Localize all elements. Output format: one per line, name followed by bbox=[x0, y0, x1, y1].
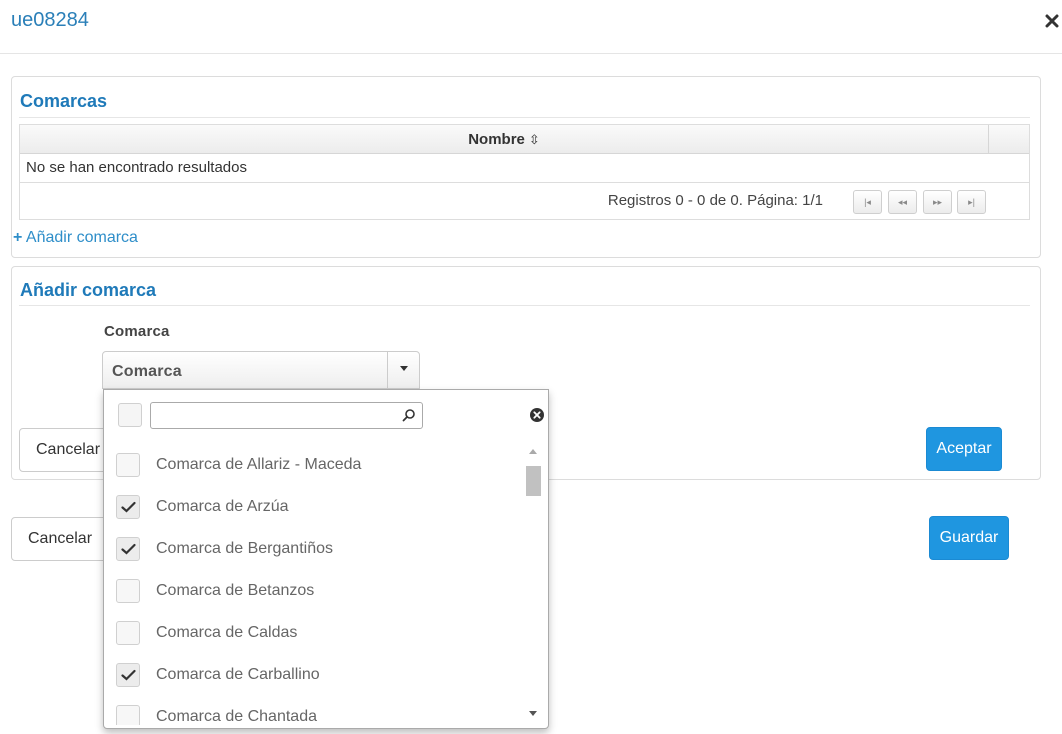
option-checkbox[interactable] bbox=[116, 579, 140, 603]
check-icon bbox=[121, 501, 136, 513]
comarca-field-label: Comarca bbox=[104, 323, 170, 340]
option-label: Comarca de Arzúa bbox=[156, 498, 289, 515]
table-header: Nombre ⇳ bbox=[20, 125, 1029, 154]
pager-prev-button[interactable]: ◂◂ bbox=[888, 190, 917, 214]
dropdown-options-list: Comarca de Allariz - Maceda Comarca de Ar… bbox=[104, 445, 548, 725]
pager-last-button[interactable]: ▸| bbox=[957, 190, 986, 214]
pager-first-button[interactable]: |◂ bbox=[853, 190, 882, 214]
divider bbox=[19, 305, 1030, 306]
plus-icon: + bbox=[13, 229, 23, 246]
pager-next-button[interactable]: ▸▸ bbox=[923, 190, 952, 214]
add-comarca-link-label: Añadir comarca bbox=[25, 229, 138, 246]
option-label: Comarca de Betanzos bbox=[156, 582, 315, 599]
dropdown-option[interactable]: Comarca de Betanzos bbox=[104, 571, 524, 613]
option-checkbox[interactable] bbox=[116, 495, 140, 519]
table-footer: Registros 0 - 0 de 0. Página: 1/1 |◂ ◂◂ … bbox=[20, 183, 1029, 219]
option-label: Comarca de Allariz - Maceda bbox=[156, 456, 362, 473]
option-checkbox[interactable] bbox=[116, 537, 140, 561]
option-label: Comarca de Caldas bbox=[156, 624, 298, 641]
search-icon bbox=[402, 409, 415, 422]
dropdown-option[interactable]: Comarca de Chantada bbox=[104, 697, 524, 725]
dropdown-option[interactable]: Comarca de Bergantiños bbox=[104, 529, 524, 571]
option-checkbox[interactable] bbox=[116, 621, 140, 645]
dropdown-option[interactable]: Comarca de Allariz - Maceda bbox=[104, 445, 524, 487]
comarcas-panel: Comarcas Nombre ⇳ No se han encontrado re… bbox=[11, 76, 1041, 258]
column-header-label: Nombre bbox=[468, 131, 525, 148]
scroll-down-icon[interactable] bbox=[529, 711, 537, 716]
scroll-up-icon[interactable] bbox=[529, 449, 537, 454]
empty-message: No se han encontrado resultados bbox=[26, 159, 247, 176]
comarca-dropdown: Comarca de Allariz - Maceda Comarca de Ar… bbox=[103, 389, 549, 729]
scrollbar-thumb[interactable] bbox=[526, 466, 541, 496]
sort-icon[interactable]: ⇳ bbox=[529, 132, 540, 147]
check-icon bbox=[121, 543, 136, 555]
dropdown-option[interactable]: Comarca de Carballino bbox=[104, 655, 524, 697]
dropdown-option[interactable]: Comarca de Caldas bbox=[104, 613, 524, 655]
option-checkbox[interactable] bbox=[116, 663, 140, 687]
add-comarca-panel-title: Añadir comarca bbox=[20, 280, 157, 300]
select-all-checkbox[interactable] bbox=[118, 403, 142, 427]
dropdown-option[interactable]: Comarca de Arzúa bbox=[104, 487, 524, 529]
chevron-down-icon bbox=[400, 366, 408, 371]
comarcas-table: Nombre ⇳ No se han encontrado resultados … bbox=[19, 124, 1030, 220]
check-icon bbox=[121, 669, 136, 681]
accept-button[interactable]: Aceptar bbox=[926, 427, 1002, 471]
option-checkbox[interactable] bbox=[116, 453, 140, 477]
modal-header: ue08284 bbox=[0, 0, 1062, 54]
option-checkbox[interactable] bbox=[116, 705, 140, 725]
divider bbox=[19, 117, 1030, 118]
comarca-select-value: Comarca bbox=[112, 363, 182, 380]
dropdown-search-input[interactable] bbox=[150, 402, 423, 429]
option-label: Comarca de Chantada bbox=[156, 708, 317, 725]
clear-icon[interactable] bbox=[530, 408, 544, 422]
dropdown-scrollbar[interactable] bbox=[524, 445, 542, 723]
add-comarca-link[interactable]: + Añadir comarca bbox=[13, 229, 138, 247]
records-info: Registros 0 - 0 de 0. Página: 1/1 bbox=[607, 192, 823, 209]
dropdown-search-row bbox=[104, 390, 548, 440]
option-label: Comarca de Carballino bbox=[156, 666, 320, 683]
option-label: Comarca de Bergantiños bbox=[156, 540, 333, 557]
comarcas-panel-title: Comarcas bbox=[20, 91, 108, 111]
close-icon[interactable] bbox=[1045, 14, 1059, 28]
column-header-nombre[interactable]: Nombre ⇳ bbox=[20, 125, 989, 154]
table-row: No se han encontrado resultados bbox=[20, 154, 1029, 183]
select-caret-button[interactable] bbox=[387, 352, 419, 388]
save-button[interactable]: Guardar bbox=[929, 516, 1009, 560]
modal-title: ue08284 bbox=[11, 9, 89, 31]
comarca-select[interactable]: Comarca bbox=[102, 351, 420, 389]
